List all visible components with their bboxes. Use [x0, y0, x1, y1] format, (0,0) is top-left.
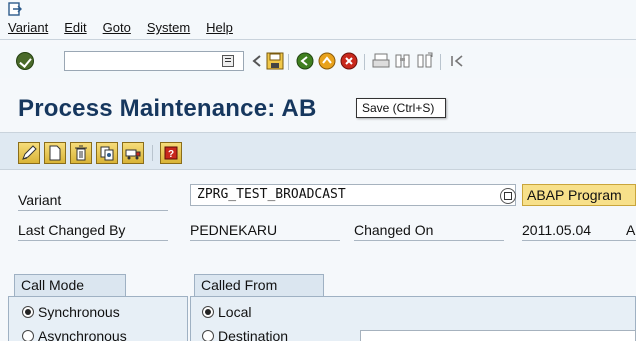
value-underline: [190, 240, 340, 241]
toolbar-separator: [440, 54, 441, 70]
local-radio[interactable]: Local: [202, 304, 251, 320]
toolbar-separator: [152, 145, 153, 161]
first-page-icon[interactable]: [448, 52, 466, 70]
menu-goto[interactable]: Goto: [103, 20, 135, 35]
asynchronous-radio[interactable]: Asynchronous: [22, 328, 127, 341]
toolbar-separator: [288, 54, 289, 70]
transport-icon[interactable]: [122, 142, 144, 164]
call-mode-title: Call Mode: [14, 274, 126, 296]
changed-on-value: 2011.05.04: [522, 222, 592, 238]
save-tooltip: Save (Ctrl+S): [356, 98, 446, 118]
value-underline: [522, 240, 636, 241]
menu-edit[interactable]: Edit: [64, 20, 90, 35]
variant-label: Variant: [18, 192, 62, 208]
exit-icon[interactable]: [318, 52, 336, 70]
find-icon[interactable]: [394, 52, 412, 70]
delete-icon[interactable]: [70, 142, 92, 164]
menu-help[interactable]: Help: [206, 20, 237, 35]
called-from-title: Called From: [194, 274, 324, 296]
back-icon[interactable]: [296, 52, 314, 70]
exit-menu-icon[interactable]: [8, 2, 22, 16]
variant-description: ABAP Program: [522, 184, 636, 206]
command-field[interactable]: [64, 51, 244, 71]
changed-on-label: Changed On: [354, 222, 434, 238]
print-icon[interactable]: [372, 52, 390, 70]
cancel-icon[interactable]: [340, 52, 358, 70]
enter-icon[interactable]: [16, 52, 34, 70]
help-icon[interactable]: ?: [160, 142, 182, 164]
radio-empty-icon: [22, 330, 34, 341]
find-next-icon[interactable]: [416, 52, 434, 70]
last-changed-by-value: PEDNEKARU: [190, 222, 278, 238]
value-help-icon[interactable]: [500, 188, 516, 204]
create-icon[interactable]: [44, 142, 66, 164]
label-underline: [354, 240, 504, 241]
menu-bar: Variant Edit Goto System Help: [0, 0, 636, 40]
changed-on-extra: A: [626, 222, 636, 238]
menu-system[interactable]: System: [147, 20, 194, 35]
destination-radio[interactable]: Destination: [202, 328, 288, 341]
save-icon[interactable]: [266, 52, 284, 70]
destination-input[interactable]: [360, 330, 636, 341]
menu-variant[interactable]: Variant: [8, 20, 52, 35]
application-toolbar: ?: [0, 132, 636, 170]
copy-icon[interactable]: [96, 142, 118, 164]
standard-toolbar: [0, 46, 636, 78]
toolbar-separator: [364, 54, 365, 70]
svg-text:?: ?: [168, 149, 174, 160]
change-icon[interactable]: [18, 142, 40, 164]
radio-selected-icon: [202, 306, 214, 318]
label-underline: [18, 240, 168, 241]
radio-selected-icon: [22, 306, 34, 318]
variant-input[interactable]: ZPRG_TEST_BROADCAST: [190, 184, 516, 206]
synchronous-radio[interactable]: Synchronous: [22, 304, 120, 320]
label-underline: [18, 210, 168, 211]
last-changed-by-label: Last Changed By: [18, 222, 126, 238]
back-arrow-icon[interactable]: [248, 52, 266, 70]
radio-empty-icon: [202, 330, 214, 341]
command-history-icon[interactable]: [222, 55, 234, 67]
